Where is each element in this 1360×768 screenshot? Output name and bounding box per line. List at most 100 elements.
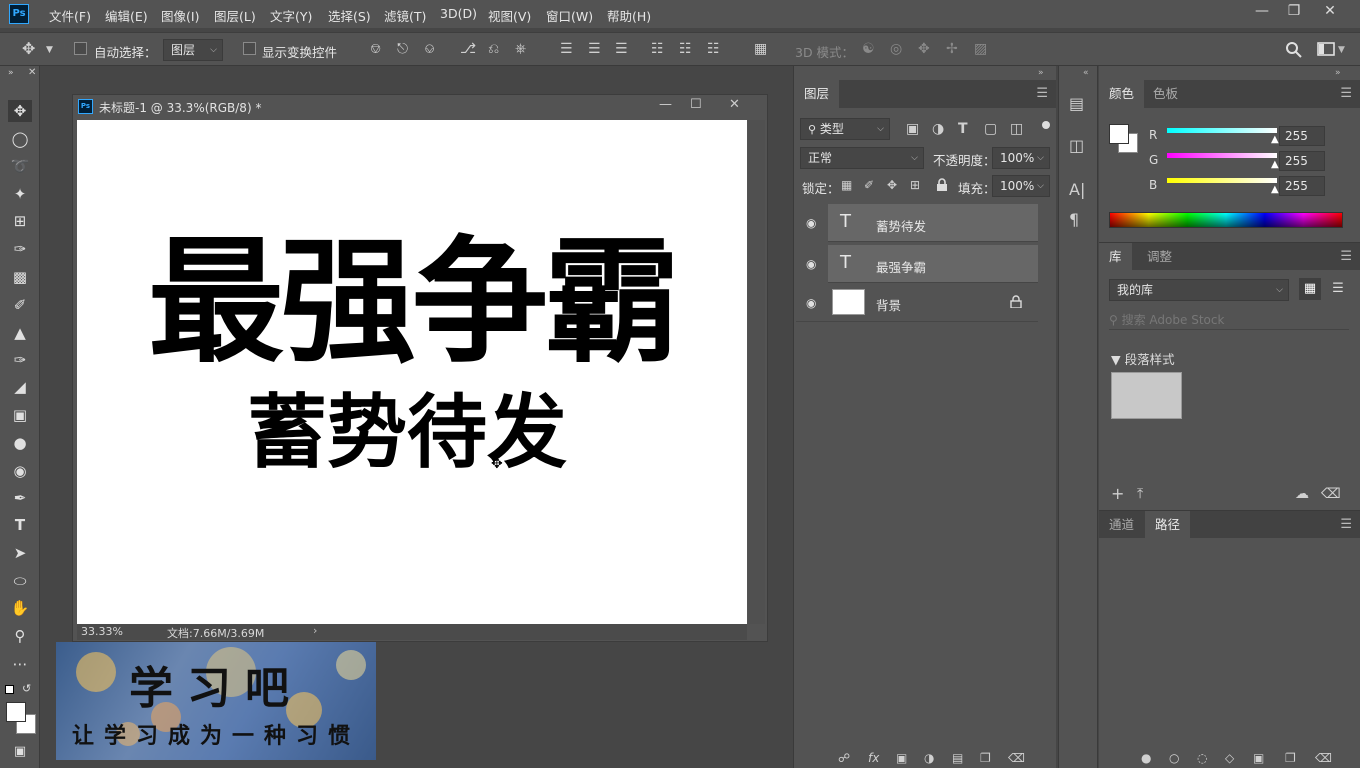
hand-tool-icon[interactable]: ✋ (8, 597, 32, 619)
align-top-icon[interactable]: ⎊ (370, 41, 381, 57)
align-right-icon[interactable]: ⎈ (515, 41, 526, 57)
library-select-dropdown[interactable]: 我的库 ⌵ (1109, 279, 1289, 301)
marquee-tool-icon[interactable]: ◯ (8, 128, 32, 150)
quick-mask-icon[interactable]: ▣ (8, 741, 32, 763)
adjustment-layer-icon[interactable]: ◑ (924, 750, 934, 766)
collapse-icon[interactable]: » (1335, 68, 1341, 78)
slider-thumb-icon[interactable]: ▲ (1271, 184, 1279, 195)
history-brush-icon[interactable]: ✑ (8, 349, 32, 371)
paragraph-icon[interactable]: ¶ (1069, 212, 1079, 228)
tab-swatches[interactable]: 色板 (1143, 80, 1188, 108)
distribute-left-icon[interactable]: ☷ (651, 41, 664, 57)
layer-filter-dropdown[interactable]: ⚲ 类型 ⌵ (800, 118, 890, 140)
search-icon[interactable] (1285, 41, 1303, 59)
align-vcenter-icon[interactable]: ⎋ (397, 41, 408, 57)
stock-search-input[interactable]: ⚲ 搜索 Adobe Stock (1109, 310, 1349, 330)
menu-3d[interactable]: 3D(D) (440, 6, 477, 21)
fill-input[interactable]: 100% ⌵ (992, 175, 1050, 197)
zoom-level[interactable]: 33.33% (81, 625, 123, 638)
roll-3d-icon[interactable]: ◎ (890, 41, 902, 57)
chevron-right-icon[interactable]: › (313, 624, 317, 637)
eyedropper-icon[interactable]: ✑ (8, 238, 32, 260)
stroke-path-icon[interactable]: ○ (1169, 750, 1179, 766)
distribute-top-icon[interactable]: ☰ (560, 41, 573, 57)
minimize-window-button[interactable]: — (1244, 0, 1280, 22)
g-value-input[interactable]: 255 (1279, 151, 1325, 171)
make-path-icon[interactable]: ◇ (1225, 750, 1234, 766)
doc-close-button[interactable]: ✕ (729, 97, 740, 112)
color-spectrum[interactable] (1109, 212, 1343, 228)
blur-tool-icon[interactable]: ● (8, 432, 32, 454)
menu-filter[interactable]: 滤镜(T) (384, 6, 426, 25)
align-hcenter-icon[interactable]: ⎌ (488, 41, 499, 57)
canvas[interactable]: 最强争霸 蓄势待发 ✥ (77, 120, 747, 624)
align-left-icon[interactable]: ⎇ (460, 41, 476, 57)
panel-menu-icon[interactable]: ☰ (1340, 517, 1352, 532)
menu-select[interactable]: 选择(S) (328, 6, 371, 25)
new-layer-icon[interactable]: ❐ (980, 750, 991, 766)
menu-file[interactable]: 文件(F) (49, 6, 91, 25)
stamp-tool-icon[interactable]: ▲ (8, 322, 32, 344)
r-value-input[interactable]: 255 (1279, 126, 1325, 146)
paragraph-style-thumbnail[interactable] (1111, 372, 1182, 419)
doc-minimize-button[interactable]: — (659, 97, 672, 112)
delete-layer-icon[interactable]: ⌫ (1008, 750, 1025, 766)
filter-toggle-icon[interactable] (1042, 121, 1050, 129)
workspace-icon[interactable] (1317, 41, 1335, 57)
list-view-icon[interactable]: ☰ (1327, 278, 1349, 300)
panel-menu-icon[interactable]: ☰ (1340, 86, 1352, 101)
tab-layers[interactable]: 图层 (794, 80, 840, 108)
restore-window-button[interactable]: ❐ (1276, 0, 1312, 22)
menu-help[interactable]: 帮助(H) (607, 6, 651, 25)
move-tool-icon[interactable]: ✥ (8, 100, 32, 122)
r-slider[interactable] (1167, 128, 1277, 133)
menu-window[interactable]: 窗口(W) (546, 6, 593, 25)
default-colors-icon[interactable] (5, 685, 14, 694)
tab-color[interactable]: 颜色 (1099, 80, 1145, 108)
gradient-tool-icon[interactable]: ▣ (8, 404, 32, 426)
menu-edit[interactable]: 编辑(E) (105, 6, 148, 25)
auto-select-target-dropdown[interactable]: 图层 ⌵ (163, 39, 223, 61)
new-group-icon[interactable]: ▤ (952, 750, 963, 766)
panel-menu-icon[interactable]: ☰ (1340, 249, 1352, 264)
pan-3d-icon[interactable]: ✥ (918, 41, 930, 57)
brush-tool-icon[interactable]: ✐ (8, 294, 32, 316)
opacity-input[interactable]: 100% ⌵ (992, 147, 1050, 169)
crop-tool-icon[interactable]: ⊞ (8, 210, 32, 232)
delete-path-icon[interactable]: ⌫ (1315, 750, 1332, 766)
menu-image[interactable]: 图像(I) (161, 6, 199, 25)
lasso-tool-icon[interactable]: ➰ (8, 155, 32, 177)
zoom-tool-icon[interactable]: ⚲ (8, 625, 32, 647)
paragraph-styles-section[interactable]: ▼ 段落样式 (1111, 349, 1175, 368)
layer-name[interactable]: 最强争霸 (876, 257, 926, 276)
distribute-vcenter-icon[interactable]: ☰ (588, 41, 601, 57)
tab-channels[interactable]: 通道 (1099, 511, 1144, 539)
distribute-hcenter-icon[interactable]: ☷ (679, 41, 692, 57)
type-tool-icon[interactable]: T (8, 514, 32, 536)
auto-select-checkbox[interactable] (74, 42, 87, 55)
layer-style-icon[interactable]: fx (868, 750, 879, 766)
lock-position-icon[interactable]: ✥ (887, 177, 897, 193)
properties-icon[interactable]: ◫ (1069, 138, 1084, 154)
panel-menu-icon[interactable]: ☰ (1036, 86, 1048, 101)
swap-colors-icon[interactable]: ↺ (22, 682, 31, 695)
move-tool-icon[interactable]: ✥ (22, 41, 35, 57)
auto-align-icon[interactable]: ▦ (754, 41, 767, 57)
collapse-icon[interactable]: « (1083, 68, 1089, 78)
fill-path-icon[interactable]: ● (1141, 750, 1151, 766)
slide-3d-icon[interactable]: ✢ (946, 41, 958, 57)
load-selection-icon[interactable]: ◌ (1197, 750, 1207, 766)
b-slider[interactable] (1167, 178, 1277, 183)
layer-row[interactable]: ◉ T 蓄势待发 (796, 204, 1038, 242)
delete-icon[interactable]: ⌫ (1321, 486, 1341, 502)
grid-view-icon[interactable]: ▦ (1299, 278, 1321, 300)
slider-thumb-icon[interactable]: ▲ (1271, 159, 1279, 170)
character-icon[interactable]: A| (1069, 182, 1085, 198)
history-icon[interactable]: ▤ (1069, 96, 1084, 112)
menu-layer[interactable]: 图层(L) (214, 6, 256, 25)
path-select-icon[interactable]: ➤ (8, 542, 32, 564)
tab-libraries[interactable]: 库 (1099, 243, 1132, 271)
filter-shape-icon[interactable]: ▢ (984, 121, 997, 137)
dodge-tool-icon[interactable]: ◉ (8, 460, 32, 482)
menu-type[interactable]: 文字(Y) (270, 6, 312, 25)
